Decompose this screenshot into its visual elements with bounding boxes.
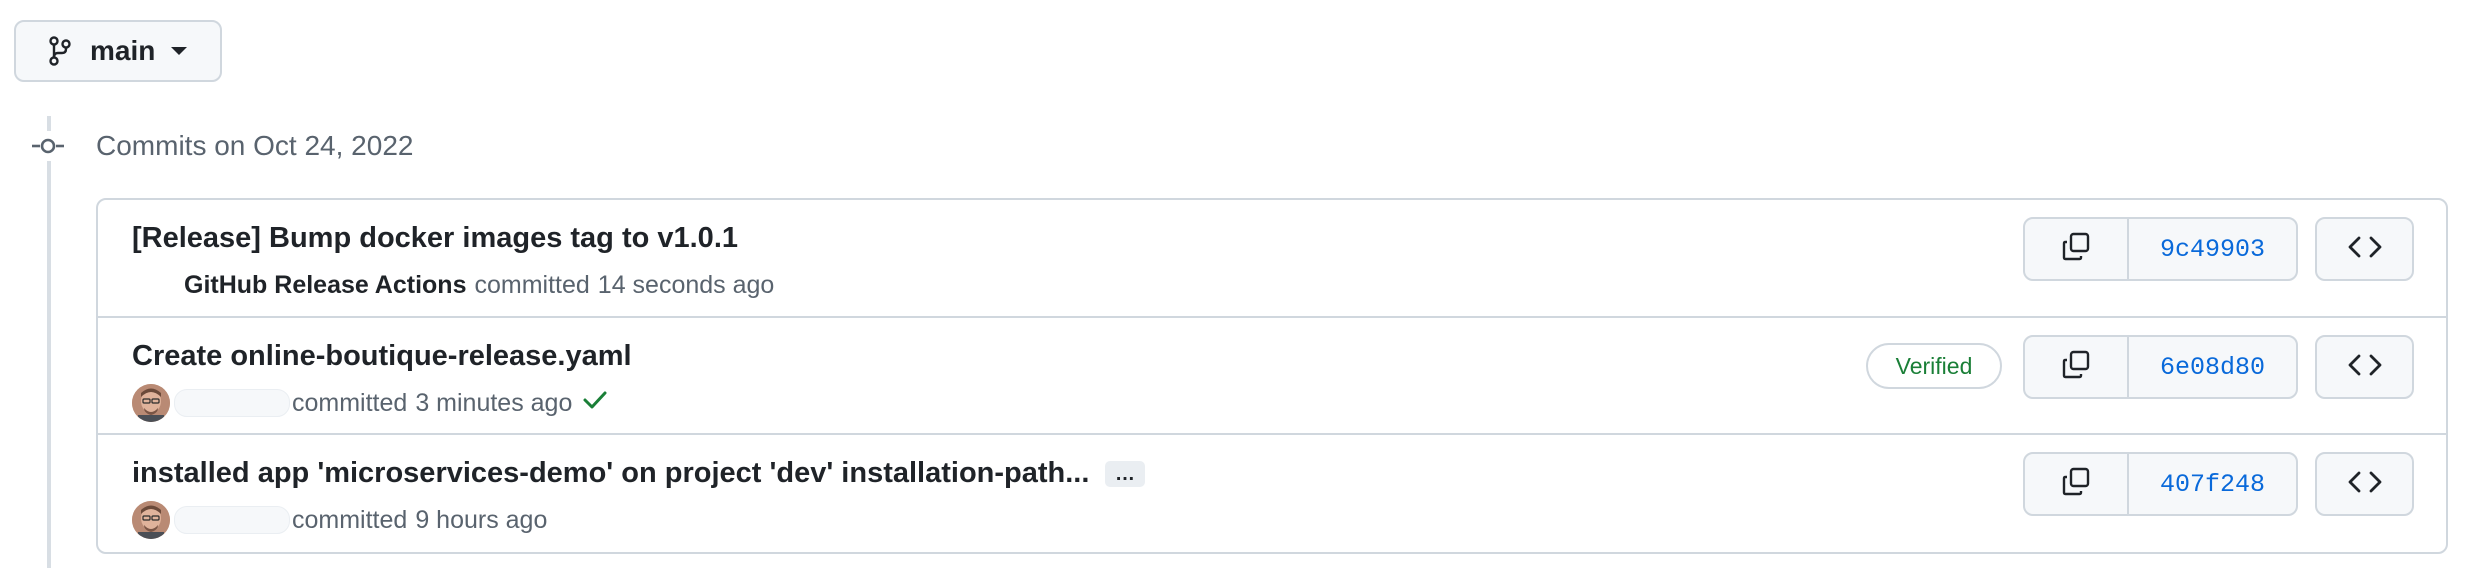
commit-sha-link[interactable]: 6e08d80 <box>2129 337 2296 397</box>
check-icon[interactable] <box>582 389 608 418</box>
commit-sha-group: 6e08d80 <box>2023 335 2298 399</box>
branch-name: main <box>90 35 156 66</box>
copy-sha-button[interactable] <box>2025 219 2129 279</box>
caret-down-icon <box>171 47 188 55</box>
copy-sha-button[interactable] <box>2025 337 2129 397</box>
browse-repo-button[interactable] <box>2315 335 2414 399</box>
commit-time: 9 hours ago <box>415 505 548 534</box>
branch-selector-button[interactable]: main <box>14 20 222 82</box>
copy-icon <box>2061 350 2091 385</box>
author-name[interactable] <box>174 389 290 417</box>
commit-row: installed app 'microservices-demo' on pr… <box>98 435 2446 552</box>
commit-list: [Release] Bump docker images tag to v1.0… <box>96 198 2448 554</box>
commit-title-link[interactable]: Create online-boutique-release.yaml <box>132 338 632 374</box>
commits-date-heading: Commits on Oct 24, 2022 <box>96 130 414 161</box>
commit-action: committed <box>292 388 408 417</box>
commit-sha-group: 407f248 <box>2023 452 2298 516</box>
commit-action: committed <box>292 505 408 534</box>
avatar[interactable] <box>132 501 170 539</box>
commit-row: Create online-boutique-release.yaml comm… <box>98 318 2446 435</box>
commit-meta: GitHub Release Actions committed 14 seco… <box>132 264 774 306</box>
timeline-line <box>47 116 51 568</box>
code-icon <box>2348 470 2382 499</box>
commit-meta: committed 9 hours ago <box>132 499 547 541</box>
copy-icon <box>2061 467 2091 502</box>
commit-title-link[interactable]: installed app 'microservices-demo' on pr… <box>132 455 1089 491</box>
verified-badge[interactable]: Verified <box>1866 343 2002 389</box>
commit-meta: committed 3 minutes ago <box>132 382 608 424</box>
commit-time: 14 seconds ago <box>597 270 775 299</box>
copy-icon <box>2061 232 2091 267</box>
author-name[interactable] <box>174 506 290 534</box>
browse-repo-button[interactable] <box>2315 452 2414 516</box>
commit-time: 3 minutes ago <box>415 388 573 417</box>
code-icon <box>2348 353 2382 382</box>
commit-row: [Release] Bump docker images tag to v1.0… <box>98 200 2446 318</box>
commit-title-link[interactable]: [Release] Bump docker images tag to v1.0… <box>132 220 738 256</box>
commit-sha-group: 9c49903 <box>2023 217 2298 281</box>
git-commit-icon <box>30 131 66 161</box>
commit-action: committed <box>474 270 590 299</box>
git-branch-icon <box>49 36 71 66</box>
expand-description-button[interactable]: … <box>1105 461 1145 487</box>
commit-sha-link[interactable]: 407f248 <box>2129 454 2296 514</box>
author-name[interactable]: GitHub Release Actions <box>184 271 466 300</box>
browse-repo-button[interactable] <box>2315 217 2414 281</box>
copy-sha-button[interactable] <box>2025 454 2129 514</box>
code-icon <box>2348 235 2382 264</box>
commit-sha-link[interactable]: 9c49903 <box>2129 219 2296 279</box>
avatar[interactable] <box>132 384 170 422</box>
